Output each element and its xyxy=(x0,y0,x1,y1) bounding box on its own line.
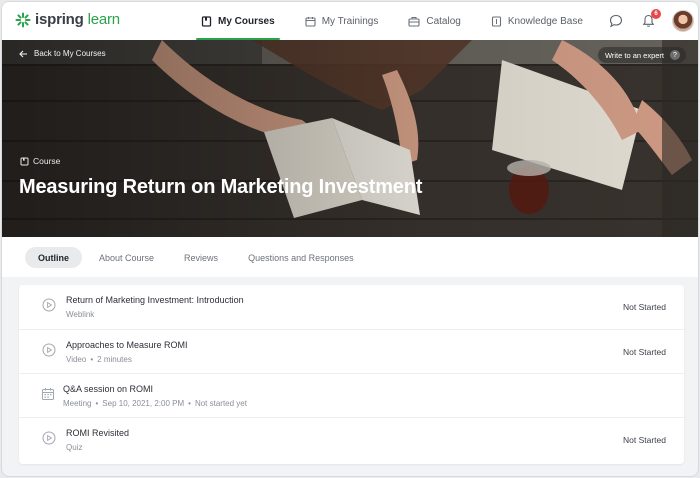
item-meta: Weblink xyxy=(66,310,94,319)
course-book-icon xyxy=(20,157,29,165)
nav-knowledge-base[interactable]: Knowledge Base xyxy=(482,2,592,40)
item-title: Return of Marketing Investment: Introduc… xyxy=(66,295,244,305)
help-icon: ? xyxy=(670,50,680,60)
course-title: Measuring Return on Marketing Investment xyxy=(19,176,423,198)
brand-logo[interactable]: ispring learn xyxy=(15,11,120,28)
nav-knowledge-base-label: Knowledge Base xyxy=(507,15,583,27)
notifications-button[interactable]: 6 xyxy=(638,9,661,31)
notification-badge: 6 xyxy=(651,9,661,19)
item-type: Quiz xyxy=(66,443,83,452)
write-to-expert-button[interactable]: Write to an expert ? xyxy=(597,47,686,63)
item-duration: 2 minutes xyxy=(97,355,132,364)
item-title: ROMI Revisited xyxy=(66,428,130,438)
back-to-my-courses-link[interactable]: Back to My Courses xyxy=(19,49,106,58)
top-navigation-bar: ispring learn My Courses My Trainings Ca… xyxy=(2,2,698,40)
item-meta: Meeting • Sep 10, 2021, 2:00 PM • Not starte… xyxy=(63,399,247,408)
course-outline-list: Return of Marketing Investment: Introduc… xyxy=(19,285,684,464)
play-circle-icon xyxy=(42,343,56,357)
list-item[interactable]: Approaches to Measure ROMI Video • 2 minut… xyxy=(19,329,684,373)
item-date: Sep 10, 2021, 2:00 PM xyxy=(102,399,185,408)
item-status: Not Started xyxy=(623,302,666,312)
course-hero-banner: Back to My Courses Write to an expert ? … xyxy=(2,40,698,237)
ispring-logo-icon xyxy=(15,12,31,27)
nav-my-courses-label: My Courses xyxy=(218,15,275,27)
book-icon xyxy=(201,15,212,27)
tab-questions-and-responses[interactable]: Questions and Responses xyxy=(235,247,367,268)
item-meta: Quiz xyxy=(66,443,82,452)
write-to-expert-label: Write to an expert xyxy=(604,50,664,60)
nav-my-trainings-label: My Trainings xyxy=(321,15,379,27)
nav-catalog[interactable]: Catalog xyxy=(399,2,469,40)
chat-button[interactable] xyxy=(606,11,626,31)
item-status: Not Started xyxy=(623,347,666,357)
item-title: Q&A session on ROMI xyxy=(63,384,154,394)
tab-about-course[interactable]: About Course xyxy=(86,247,167,268)
arrow-left-icon xyxy=(19,50,27,57)
item-type: Meeting xyxy=(63,399,92,408)
briefcase-icon xyxy=(408,16,420,27)
course-tabs-bar: Outline About Course Reviews Questions a… xyxy=(2,237,698,277)
topbar-actions: 6 xyxy=(606,2,698,40)
course-tabs: Outline About Course Reviews Questions a… xyxy=(25,247,371,268)
nav-catalog-label: Catalog xyxy=(426,15,461,27)
list-item[interactable]: ROMI Revisited Quiz Not Started xyxy=(19,417,684,461)
play-circle-icon xyxy=(42,431,56,445)
item-type: Weblink xyxy=(66,310,95,319)
back-link-label: Back to My Courses xyxy=(34,49,106,58)
list-item[interactable]: Q&A session on ROMI Meeting • Sep 10, 2021… xyxy=(19,373,684,417)
course-type-label: Course xyxy=(33,156,61,166)
tab-reviews[interactable]: Reviews xyxy=(171,247,231,268)
item-title: Approaches to Measure ROMI xyxy=(66,340,188,350)
item-meta: Video • 2 minutes xyxy=(66,355,132,364)
nav-my-trainings[interactable]: My Trainings xyxy=(296,2,388,40)
course-type-tag: Course xyxy=(20,156,60,166)
item-type: Video xyxy=(66,355,87,364)
tab-outline[interactable]: Outline xyxy=(25,247,82,268)
app-window: ispring learn My Courses My Trainings Ca… xyxy=(1,1,699,477)
calendar-icon xyxy=(305,16,316,27)
user-avatar[interactable] xyxy=(672,10,694,32)
list-item[interactable]: Return of Marketing Investment: Introduc… xyxy=(19,285,684,329)
play-circle-icon xyxy=(42,298,56,312)
nav-my-courses[interactable]: My Courses xyxy=(192,2,284,40)
calendar-icon xyxy=(42,388,54,400)
chat-bubble-icon xyxy=(609,14,623,28)
item-status: Not Started xyxy=(623,435,666,445)
hero-background-image xyxy=(2,40,698,237)
item-session-state: Not started yet xyxy=(194,399,247,408)
main-nav: My Courses My Trainings Catalog Knowledg… xyxy=(192,2,604,40)
brand-name: ispring learn xyxy=(35,11,120,28)
knowledge-icon xyxy=(491,15,501,27)
